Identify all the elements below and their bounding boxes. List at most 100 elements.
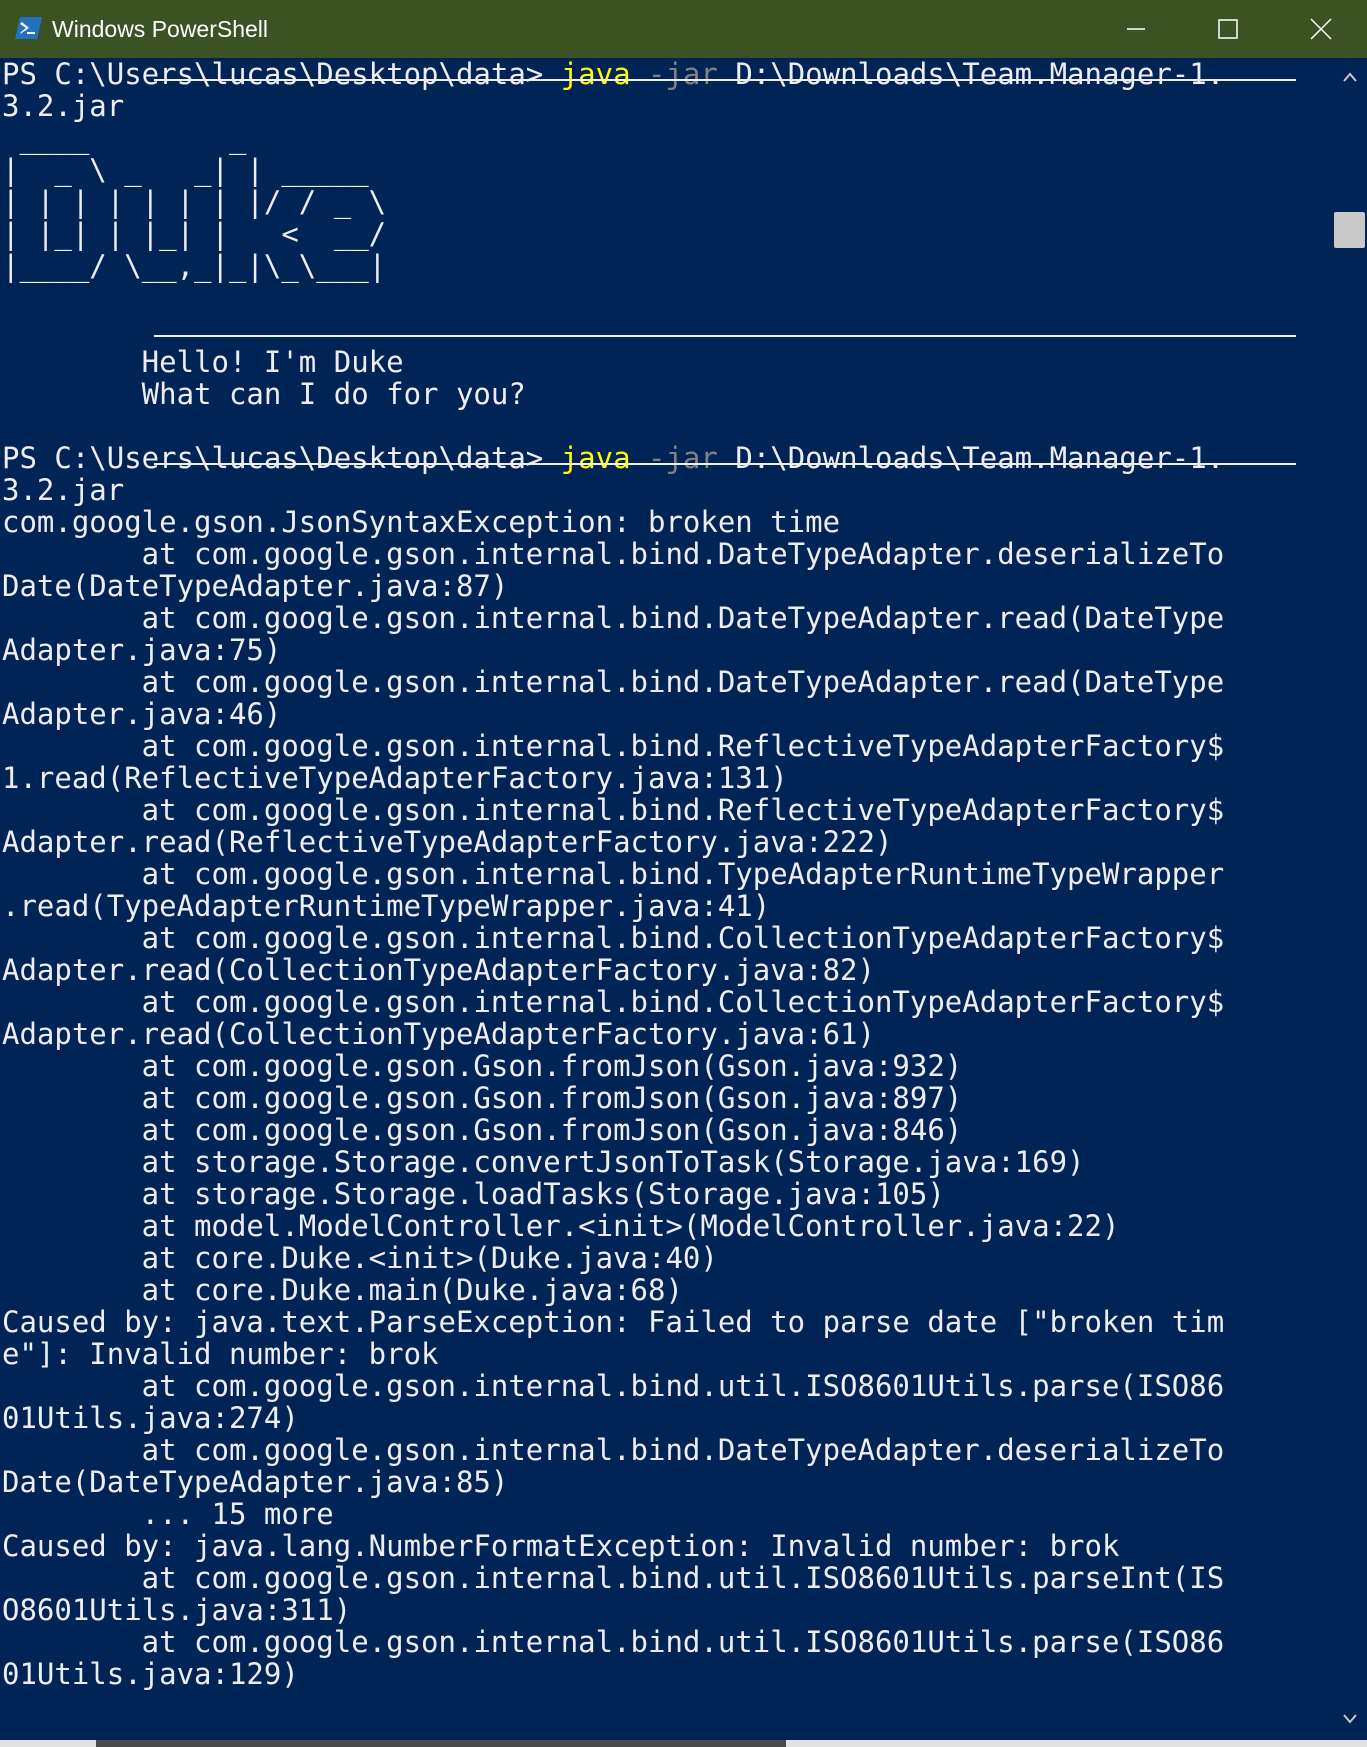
scroll-up-arrow-icon[interactable] — [1332, 62, 1367, 92]
console-line: at com.google.gson.internal.bind.DateTyp… — [2, 1434, 1332, 1466]
console-line: at com.google.gson.Gson.fromJson(Gson.ja… — [2, 1082, 1332, 1114]
console-line: |____/ \__,_|_|\_\___| — [2, 250, 1332, 282]
scroll-down-arrow-icon[interactable] — [1332, 1704, 1367, 1734]
console-line: 01Utils.java:129) — [2, 1658, 1332, 1690]
console-text: at core.Duke.<init>(Duke.java:40) — [2, 1241, 718, 1275]
console-line: at com.google.gson.internal.bind.util.IS… — [2, 1626, 1332, 1658]
console-line: PS C:\Users\lucas\Desktop\data> java -ja… — [2, 58, 1332, 90]
console-line: at com.google.gson.internal.bind.DateTyp… — [2, 602, 1332, 634]
console-text: Caused by: java.lang.NumberFormatExcepti… — [2, 1529, 1120, 1563]
console-line: Adapter.read(CollectionTypeAdapterFactor… — [2, 1018, 1332, 1050]
console-line: at com.google.gson.internal.bind.Collect… — [2, 922, 1332, 954]
console-text: at com.google.gson.internal.bind.util.IS… — [2, 1561, 1225, 1595]
maximize-button[interactable] — [1182, 0, 1274, 58]
vertical-scrollbar[interactable] — [1332, 58, 1367, 1740]
console-line: at com.google.gson.internal.bind.TypeAda… — [2, 858, 1332, 890]
console-line: at com.google.gson.internal.bind.Reflect… — [2, 730, 1332, 762]
console-text: PS C:\Users\lucas\Desktop\data> — [2, 58, 561, 91]
console-text: |____/ \__,_|_|\_\___| — [2, 249, 387, 283]
console-line: at com.google.gson.internal.bind.DateTyp… — [2, 538, 1332, 570]
console-line: at core.Duke.<init>(Duke.java:40) — [2, 1242, 1332, 1274]
console-line: 3.2.jar — [2, 90, 1332, 122]
console-line: PS C:\Users\lucas\Desktop\data> java -ja… — [2, 442, 1332, 474]
scroll-thumb[interactable] — [1334, 212, 1365, 248]
console-line: | |_| | |_| | < __/ — [2, 218, 1332, 250]
console-line: .read(TypeAdapterRuntimeTypeWrapper.java… — [2, 890, 1332, 922]
console-text: at com.google.gson.internal.bind.Collect… — [2, 921, 1225, 955]
console-line: ____ _ — [2, 122, 1332, 154]
separator-rule — [154, 463, 1296, 465]
console-text: 01Utils.java:274) — [2, 1401, 299, 1435]
minimize-icon — [1126, 19, 1146, 39]
console-line: | | | | | | | |/ / _ \ — [2, 186, 1332, 218]
console-line: Date(DateTypeAdapter.java:85) — [2, 1466, 1332, 1498]
console-text: e"]: Invalid number: brok — [2, 1337, 439, 1371]
console-line: at com.google.gson.internal.bind.util.IS… — [2, 1562, 1332, 1594]
console-line: Adapter.java:75) — [2, 634, 1332, 666]
parameter-text: -jar — [630, 441, 718, 475]
console-text: | _ \ _ _| | _____ — [2, 153, 387, 187]
powershell-window: Windows PowerShell PS C:\Users\lucas\Des… — [0, 0, 1367, 1747]
console-text: .read(TypeAdapterRuntimeTypeWrapper.java… — [2, 889, 771, 923]
maximize-icon — [1218, 19, 1238, 39]
console-text: ____ _ — [2, 121, 387, 155]
console-line: Date(DateTypeAdapter.java:87) — [2, 570, 1332, 602]
console-line: at model.ModelController.<init>(ModelCon… — [2, 1210, 1332, 1242]
console-line: e"]: Invalid number: brok — [2, 1338, 1332, 1370]
console-text: D:\Downloads\Team.Manager-1. — [717, 58, 1225, 91]
console-line: What can I do for you? — [2, 378, 1332, 410]
command-text: java — [560, 441, 631, 475]
console-text: | |_| | |_| | < __/ — [2, 217, 387, 251]
horizontal-scroll-thumb[interactable] — [96, 1740, 786, 1747]
minimize-button[interactable] — [1090, 0, 1182, 58]
console-line — [2, 314, 1332, 346]
console-text: at com.google.gson.internal.bind.DateTyp… — [2, 1433, 1225, 1467]
console-text: at core.Duke.main(Duke.java:68) — [2, 1273, 683, 1307]
close-icon — [1310, 18, 1332, 40]
console-text: Date(DateTypeAdapter.java:87) — [2, 569, 509, 603]
horizontal-scrollbar[interactable] — [0, 1740, 1367, 1747]
console-text: at com.google.gson.internal.bind.DateTyp… — [2, 537, 1225, 571]
console-line: Adapter.read(ReflectiveTypeAdapterFactor… — [2, 826, 1332, 858]
console-output[interactable]: PS C:\Users\lucas\Desktop\data> java -ja… — [2, 58, 1332, 1740]
console-text: Adapter.read(CollectionTypeAdapterFactor… — [2, 1017, 875, 1051]
console-line: at com.google.gson.internal.bind.DateTyp… — [2, 666, 1332, 698]
console-line: Hello! I'm Duke — [2, 346, 1332, 378]
console-line: Caused by: java.text.ParseException: Fai… — [2, 1306, 1332, 1338]
console-text: 1.read(ReflectiveTypeAdapterFactory.java… — [2, 761, 788, 795]
console-text: at model.ModelController.<init>(ModelCon… — [2, 1209, 1120, 1243]
console-text: PS C:\Users\lucas\Desktop\data> — [2, 441, 561, 475]
close-button[interactable] — [1275, 0, 1367, 58]
console-text: Adapter.read(CollectionTypeAdapterFactor… — [2, 953, 875, 987]
console-text: at com.google.gson.internal.bind.TypeAda… — [2, 857, 1225, 891]
console-text: O8601Utils.java:311) — [2, 1593, 352, 1627]
console-line: 01Utils.java:274) — [2, 1402, 1332, 1434]
separator-rule — [154, 335, 1296, 337]
separator-rule — [154, 79, 1296, 81]
window-title: Windows PowerShell — [52, 16, 269, 42]
console-text: 01Utils.java:129) — [2, 1657, 299, 1691]
console-line: at core.Duke.main(Duke.java:68) — [2, 1274, 1332, 1306]
console-line: 1.read(ReflectiveTypeAdapterFactory.java… — [2, 762, 1332, 794]
console-text: at com.google.gson.Gson.fromJson(Gson.ja… — [2, 1081, 963, 1115]
console-line: at com.google.gson.internal.bind.util.IS… — [2, 1370, 1332, 1402]
console-text: com.google.gson.JsonSyntaxException: bro… — [2, 505, 841, 539]
console-line: O8601Utils.java:311) — [2, 1594, 1332, 1626]
parameter-text: -jar — [630, 58, 718, 91]
powershell-icon[interactable] — [15, 16, 42, 40]
console-text: Caused by: java.text.ParseException: Fai… — [2, 1305, 1225, 1339]
console-line: com.google.gson.JsonSyntaxException: bro… — [2, 506, 1332, 538]
console-text: at com.google.gson.internal.bind.Reflect… — [2, 793, 1225, 827]
console-line: Adapter.read(CollectionTypeAdapterFactor… — [2, 954, 1332, 986]
console-text: Adapter.java:46) — [2, 697, 282, 731]
console-text: 3.2.jar — [2, 89, 125, 123]
console-line: at storage.Storage.loadTasks(Storage.jav… — [2, 1178, 1332, 1210]
command-text: java — [560, 58, 631, 91]
console-line: at storage.Storage.convertJsonToTask(Sto… — [2, 1146, 1332, 1178]
console-text: at com.google.gson.Gson.fromJson(Gson.ja… — [2, 1113, 963, 1147]
console-text: at com.google.gson.internal.bind.util.IS… — [2, 1625, 1225, 1659]
console-text: 3.2.jar — [2, 473, 125, 507]
console-text: Hello! I'm Duke — [2, 345, 404, 379]
title-bar[interactable]: Windows PowerShell — [0, 0, 1367, 58]
